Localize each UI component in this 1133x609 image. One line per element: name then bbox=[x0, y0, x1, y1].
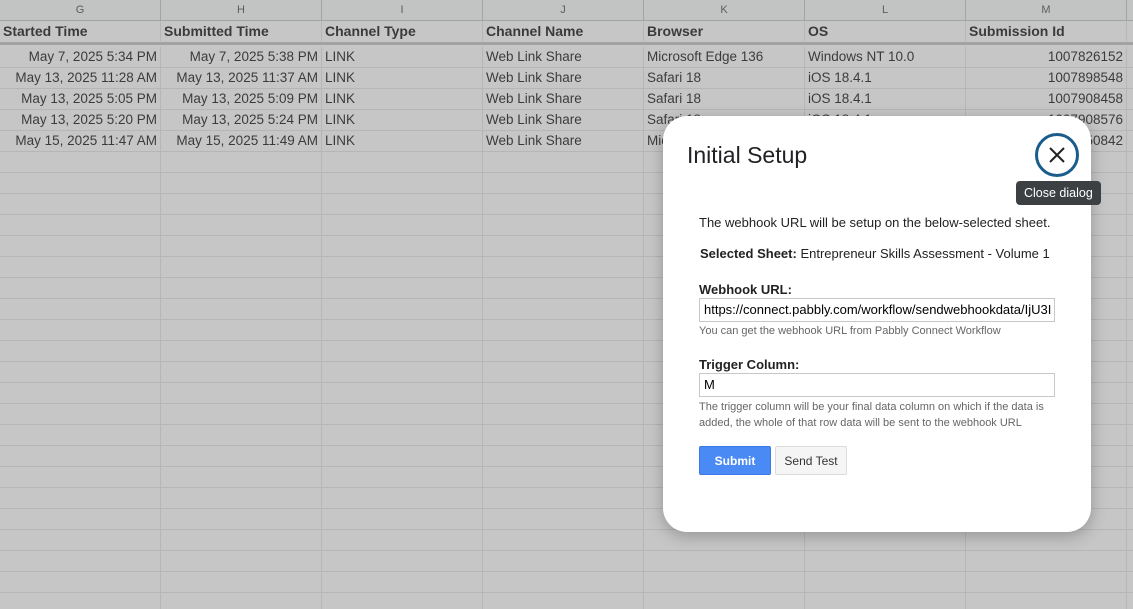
trigger-column-hint: The trigger column will be your final da… bbox=[699, 401, 1044, 429]
dialog-description: The webhook URL will be setup on the bel… bbox=[699, 215, 1051, 230]
webhook-url-hint: You can get the webhook URL from Pabbly … bbox=[699, 325, 1001, 337]
selected-sheet-label: Selected Sheet: bbox=[700, 246, 797, 261]
trigger-column-input[interactable]: M bbox=[699, 373, 1055, 397]
close-dialog-button[interactable] bbox=[1035, 133, 1079, 177]
trigger-column-label: Trigger Column: bbox=[699, 357, 800, 372]
send-test-button[interactable]: Send Test bbox=[775, 446, 847, 475]
initial-setup-dialog: Initial Setup Close dialog The webhook U… bbox=[663, 116, 1101, 532]
webhook-url-input[interactable]: https://connect.pabbly.com/workflow/send… bbox=[699, 298, 1055, 322]
close-icon bbox=[1049, 147, 1065, 163]
selected-sheet-value: Entrepreneur Skills Assessment - Volume … bbox=[800, 246, 1050, 261]
close-tooltip: Close dialog bbox=[1016, 181, 1101, 205]
dialog-title: Initial Setup bbox=[687, 142, 808, 168]
selected-sheet: Selected Sheet: Entrepreneur Skills Asse… bbox=[700, 246, 1050, 261]
submit-button[interactable]: Submit bbox=[699, 446, 771, 475]
webhook-url-label: Webhook URL: bbox=[699, 282, 792, 297]
